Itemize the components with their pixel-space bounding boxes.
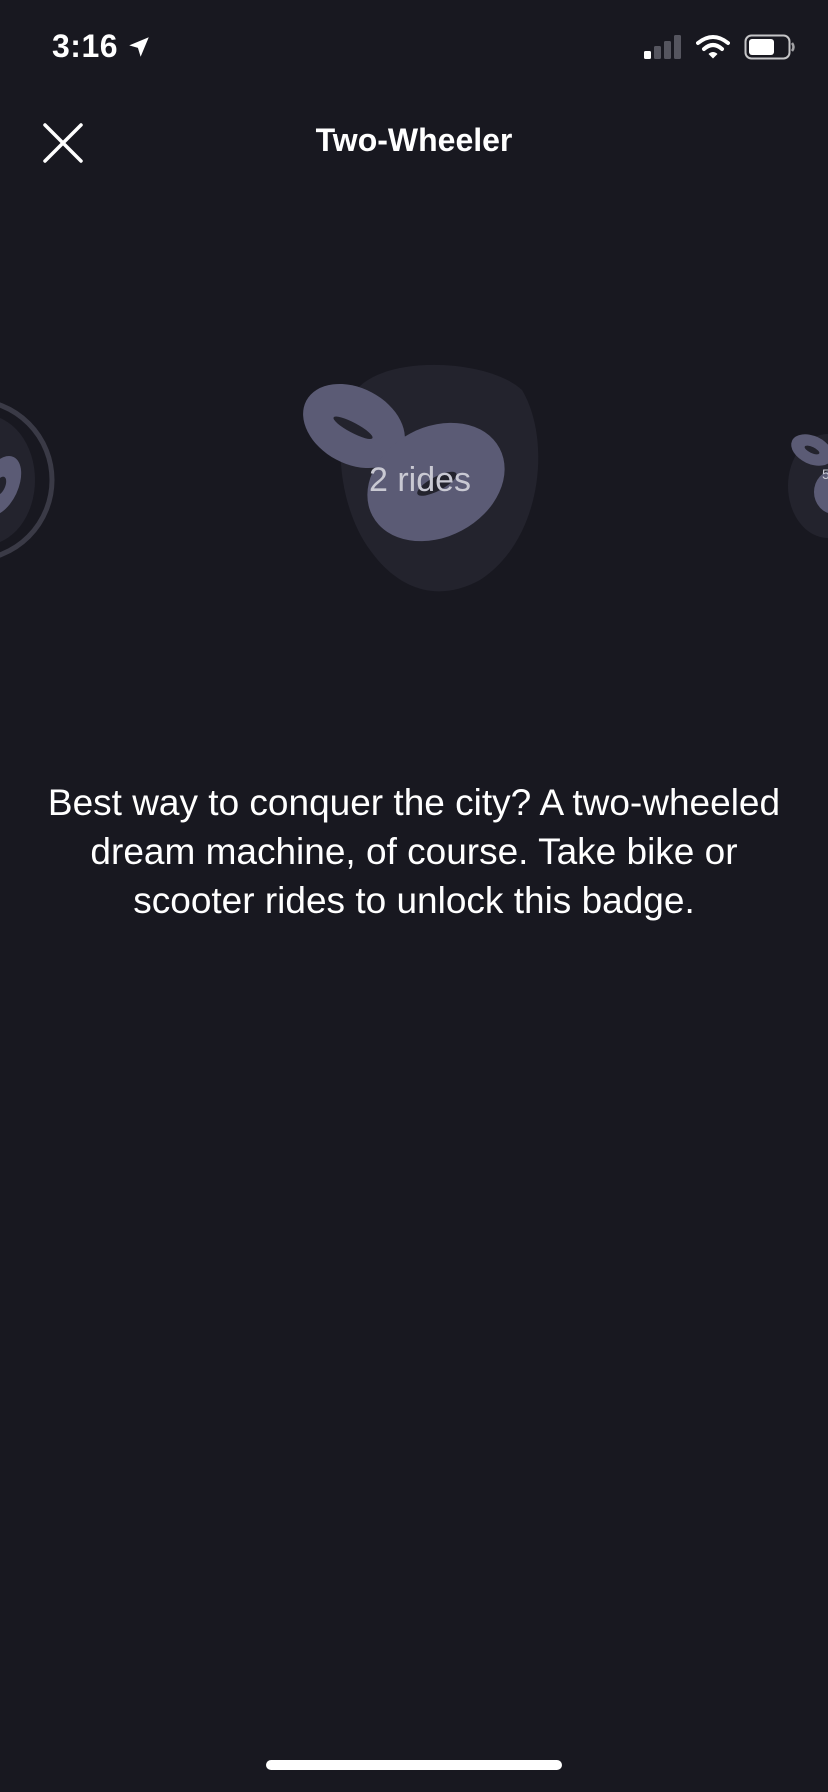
- status-time: 3:16: [52, 28, 152, 65]
- badge-carousel[interactable]: 2 rides 5: [0, 330, 828, 630]
- status-icons: [644, 34, 796, 60]
- location-arrow-icon: [129, 36, 149, 57]
- current-badge[interactable]: 2 rides: [290, 330, 550, 610]
- battery-icon: [744, 34, 795, 60]
- next-badge-label: 5: [822, 466, 828, 482]
- next-badge[interactable]: 5: [784, 426, 828, 546]
- home-indicator[interactable]: [266, 1760, 562, 1770]
- badge-ride-count: 2 rides: [368, 461, 472, 499]
- header: Two-Wheeler: [0, 100, 828, 180]
- status-bar: 3:16: [0, 0, 828, 100]
- badge-description: Best way to conquer the city? A two-whee…: [47, 782, 781, 921]
- page-title: Two-Wheeler: [315, 122, 513, 158]
- next-badge-icon: [788, 434, 828, 538]
- status-time-text: 3:16: [52, 28, 119, 64]
- previous-badge[interactable]: [0, 390, 70, 570]
- previous-badge-icon: [0, 402, 55, 558]
- wifi-icon: [696, 35, 730, 59]
- cellular-signal-icon: [644, 35, 681, 59]
